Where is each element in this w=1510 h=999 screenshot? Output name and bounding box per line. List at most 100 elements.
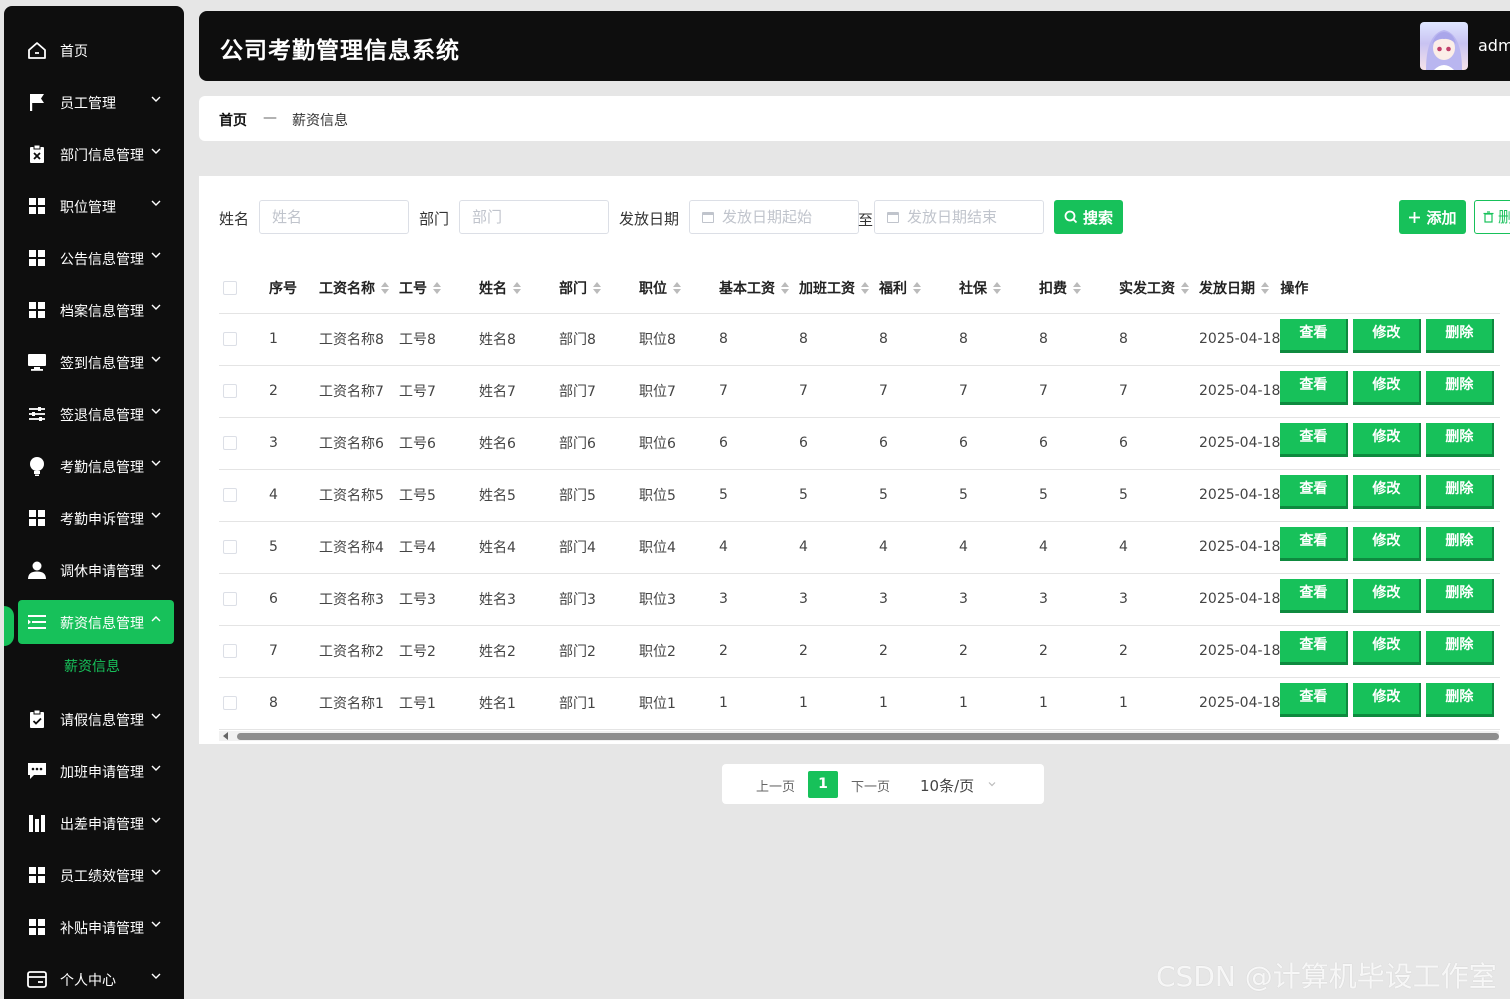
header-checkbox-cell xyxy=(219,263,269,313)
search-button[interactable]: 搜索 xyxy=(1054,200,1123,234)
view-button[interactable]: 查看 xyxy=(1280,683,1349,717)
row-checkbox[interactable] xyxy=(223,332,237,346)
view-button[interactable]: 查看 xyxy=(1280,319,1349,353)
sidebar-item-performance[interactable]: 员工绩效管理 xyxy=(4,853,184,897)
prev-page-button[interactable]: 上一页 xyxy=(756,776,795,795)
delete-button[interactable]: 删除 xyxy=(1426,631,1495,665)
column-header-pay-date[interactable]: 发放日期 xyxy=(1199,263,1280,313)
column-header-salary-name[interactable]: 工资名称 xyxy=(319,263,399,313)
next-page-button[interactable]: 下一页 xyxy=(851,776,890,795)
sidebar-item-salary[interactable]: 薪资信息管理 xyxy=(18,600,174,644)
page-size-select[interactable]: 10条/页 xyxy=(920,775,974,796)
select-all-checkbox[interactable] xyxy=(223,280,237,295)
delete-button[interactable]: 删除 xyxy=(1426,527,1495,561)
sort-icon[interactable] xyxy=(1181,281,1189,294)
delete-button[interactable]: 删除 xyxy=(1426,579,1495,613)
view-button[interactable]: 查看 xyxy=(1280,371,1349,405)
sidebar-item-home[interactable]: 首页 xyxy=(4,28,184,72)
sort-icon[interactable] xyxy=(993,281,1001,294)
sidebar-item-position[interactable]: 职位管理 xyxy=(4,184,184,228)
sort-icon[interactable] xyxy=(1261,281,1269,294)
chevron-down-icon[interactable] xyxy=(987,779,997,789)
row-checkbox[interactable] xyxy=(223,696,237,710)
cell-welfare: 1 xyxy=(879,695,888,711)
sidebar-item-overtime[interactable]: 加班申请管理 xyxy=(4,749,184,793)
column-header-overtime-pay[interactable]: 加班工资 xyxy=(799,263,879,313)
column-header-welfare[interactable]: 福利 xyxy=(879,263,959,313)
sort-icon[interactable] xyxy=(381,281,389,294)
name-filter-input[interactable]: 姓名 xyxy=(259,200,409,234)
delete-button[interactable]: 删除 xyxy=(1426,475,1495,509)
edit-button[interactable]: 修改 xyxy=(1353,579,1422,613)
date-start-input[interactable]: 发放日期起始 xyxy=(689,200,859,234)
add-button[interactable]: 添加 xyxy=(1399,200,1466,234)
column-header-dept[interactable]: 部门 xyxy=(559,263,639,313)
row-checkbox[interactable] xyxy=(223,592,237,606)
column-header-social-security[interactable]: 社保 xyxy=(959,263,1039,313)
sidebar-item-label: 公告信息管理 xyxy=(60,252,144,268)
column-header-position[interactable]: 职位 xyxy=(639,263,719,313)
column-header-deduction[interactable]: 扣费 xyxy=(1039,263,1119,313)
horizontal-scrollbar[interactable] xyxy=(219,731,1499,741)
delete-button[interactable]: 删除 xyxy=(1426,423,1495,457)
cell-position: 职位2 xyxy=(639,644,676,660)
edit-button[interactable]: 修改 xyxy=(1353,683,1422,717)
breadcrumb-home[interactable]: 首页 xyxy=(219,110,247,130)
delete-button[interactable]: 删除 xyxy=(1426,683,1495,717)
sidebar-item-notice[interactable]: 公告信息管理 xyxy=(4,236,184,280)
edit-button[interactable]: 修改 xyxy=(1353,423,1422,457)
edit-button[interactable]: 修改 xyxy=(1353,371,1422,405)
view-button[interactable]: 查看 xyxy=(1280,475,1349,509)
sort-icon[interactable] xyxy=(673,281,681,294)
sort-icon[interactable] xyxy=(781,281,789,294)
sidebar-item-business-trip[interactable]: 出差申请管理 xyxy=(4,801,184,845)
sort-icon[interactable] xyxy=(593,281,601,294)
sort-icon[interactable] xyxy=(913,281,921,294)
edit-button[interactable]: 修改 xyxy=(1353,319,1422,353)
column-header-emp-id[interactable]: 工号 xyxy=(399,263,479,313)
sidebar-item-appeal[interactable]: 考勤申诉管理 xyxy=(4,496,184,540)
scroll-left-arrow-icon[interactable] xyxy=(223,732,228,740)
row-checkbox[interactable] xyxy=(223,436,237,450)
column-header-name[interactable]: 姓名 xyxy=(479,263,559,313)
edit-button[interactable]: 修改 xyxy=(1353,631,1422,665)
batch-delete-button[interactable]: 删 xyxy=(1474,200,1510,234)
row-checkbox[interactable] xyxy=(223,488,237,502)
date-end-input[interactable]: 发放日期结束 xyxy=(874,200,1044,234)
dept-filter-input[interactable]: 部门 xyxy=(459,200,609,234)
scrollbar-thumb[interactable] xyxy=(237,733,1499,740)
edit-button[interactable]: 修改 xyxy=(1353,527,1422,561)
delete-button[interactable]: 删除 xyxy=(1426,371,1495,405)
sidebar-subitem-salary-info[interactable]: 薪资信息 xyxy=(64,656,120,676)
sort-icon[interactable] xyxy=(433,281,441,294)
sidebar-item-attendance[interactable]: 考勤信息管理 xyxy=(4,444,184,488)
sidebar-item-archive[interactable]: 档案信息管理 xyxy=(4,288,184,332)
row-checkbox[interactable] xyxy=(223,644,237,658)
cell-base-salary: 5 xyxy=(719,487,728,503)
view-button[interactable]: 查看 xyxy=(1280,631,1349,665)
row-checkbox[interactable] xyxy=(223,384,237,398)
sidebar-item-staff[interactable]: 员工管理 xyxy=(4,80,184,124)
sort-icon[interactable] xyxy=(1073,281,1081,294)
view-button[interactable]: 查看 xyxy=(1280,579,1349,613)
sort-icon[interactable] xyxy=(513,281,521,294)
cell-pay-date: 2025-04-18 xyxy=(1199,695,1281,711)
sidebar-item-subsidy[interactable]: 补贴申请管理 xyxy=(4,905,184,949)
avatar[interactable] xyxy=(1420,22,1468,70)
column-header-base-salary[interactable]: 基本工资 xyxy=(719,263,799,313)
sidebar-item-profile[interactable]: 个人中心 xyxy=(4,957,184,999)
sidebar-item-checkin[interactable]: 签到信息管理 xyxy=(4,340,184,384)
sidebar-item-leave[interactable]: 请假信息管理 xyxy=(4,697,184,741)
username[interactable]: adm xyxy=(1478,36,1510,55)
sidebar-item-checkout[interactable]: 签退信息管理 xyxy=(4,392,184,436)
column-header-net-salary[interactable]: 实发工资 xyxy=(1119,263,1199,313)
sort-icon[interactable] xyxy=(861,281,869,294)
row-checkbox[interactable] xyxy=(223,540,237,554)
delete-button[interactable]: 删除 xyxy=(1426,319,1495,353)
sidebar-item-swap-rest[interactable]: 调休申请管理 xyxy=(4,548,184,592)
view-button[interactable]: 查看 xyxy=(1280,527,1349,561)
page-number-current[interactable]: 1 xyxy=(808,771,838,798)
edit-button[interactable]: 修改 xyxy=(1353,475,1422,509)
sidebar-item-dept[interactable]: 部门信息管理 xyxy=(4,132,184,176)
view-button[interactable]: 查看 xyxy=(1280,423,1349,457)
